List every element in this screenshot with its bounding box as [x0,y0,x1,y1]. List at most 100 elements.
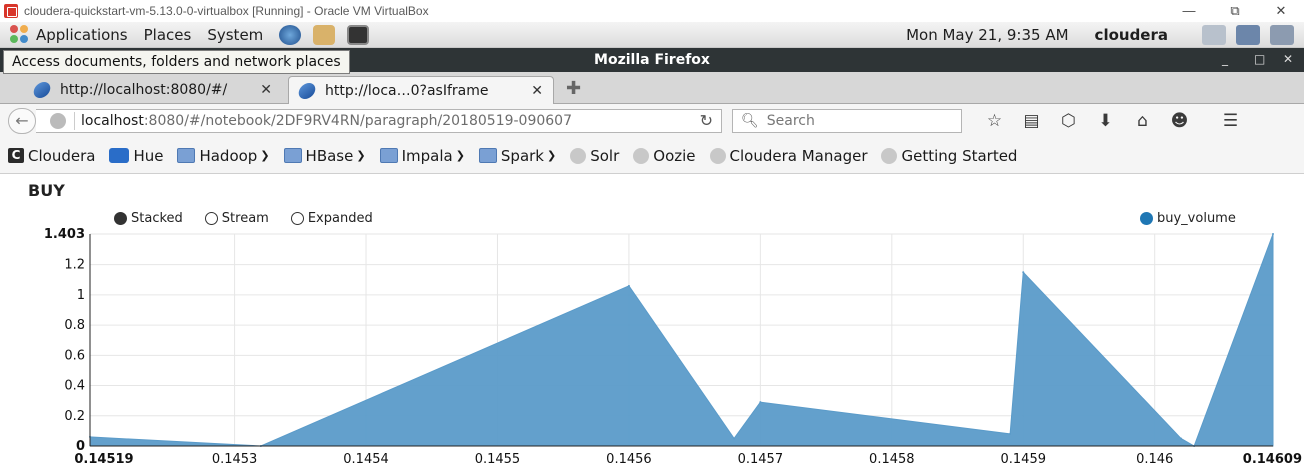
terminal-launcher-icon[interactable] [347,24,370,45]
data-point [759,401,762,404]
bookmark-cloudera-manager[interactable]: Cloudera Manager [709,146,868,165]
firefox-close-button[interactable]: ✕ [1283,48,1293,72]
hue-icon [109,148,130,163]
web-browser-launcher-icon[interactable] [279,24,302,45]
url-path: :8080/#/notebook/2DF9RV4RN/paragraph/201… [143,113,572,129]
bookmark-icon [570,147,587,164]
tab-label: http://loca…0?asIframe [325,82,489,99]
bookmark-label: Hue [133,146,164,165]
pocket-icon[interactable]: ⬡ [1050,112,1087,130]
bookmarks-menu-icon[interactable]: ▤ [1013,112,1050,130]
data-point [1179,437,1182,440]
bookmark-folder-hadoop[interactable]: Hadoop ❯ [177,147,270,165]
bookmark-label: Spark [500,146,544,165]
reload-icon[interactable]: ↻ [700,111,713,130]
bookmark-cloudera[interactable]: C Cloudera [8,147,95,165]
gnome-top-panel: Applications Places System Mon May 21, 9… [0,22,1304,48]
bookmark-hue[interactable]: Hue [109,147,163,165]
area-chart: 00.20.40.60.811.21.4030.14519 0.1453 0.145… [44,227,1302,467]
bookmark-label: Cloudera Manager [729,146,868,165]
stream-label: Stream [221,211,269,226]
hamburger-menu-icon[interactable]: ☰ [1212,112,1249,130]
minimize-button[interactable]: — [1166,0,1212,22]
places-menu[interactable]: Places [144,26,192,44]
y-tick-label: 1 [77,288,85,303]
url-bar[interactable]: localhost :8080/#/notebook/2DF9RV4RN/par… [36,109,722,133]
x-tick-label: 0.1459 [1001,452,1047,467]
close-window-button[interactable]: ✕ [1258,0,1304,22]
bookmark-star-icon[interactable]: ☆ [976,112,1013,130]
stream-option[interactable]: Stream [204,211,269,226]
close-tab-icon[interactable]: ✕ [260,82,272,98]
mail-launcher-icon[interactable] [313,24,336,45]
bookmark-getting-started[interactable]: Getting Started [881,147,1017,165]
new-tab-icon[interactable]: ✚ [566,78,581,99]
bookmark-folder-hbase[interactable]: HBase ❯ [283,146,366,165]
bookmark-folder-spark[interactable]: Spark ❯ [478,146,556,165]
data-point [627,284,630,287]
search-input[interactable]: 🔍︎ Search [732,109,962,133]
folder-icon [177,148,196,163]
site-info-icon[interactable] [50,113,66,129]
tab-localhost[interactable]: http://localhost:8080/#/ ✕ [24,76,282,104]
x-tick-label: 0.1457 [738,452,784,467]
url-host: localhost [81,113,144,129]
y-tick-label: 0.2 [64,409,85,424]
search-icon: 🔍︎ [741,113,759,129]
y-tick-label: 0.6 [64,348,85,363]
tab-strip: http://localhost:8080/#/ ✕ http://loca…0… [0,72,1304,104]
page-icon [31,82,53,98]
clipboard-icon[interactable] [1270,25,1294,45]
data-point [1009,432,1012,435]
stacked-label: Stacked [131,211,183,226]
panel-user[interactable]: cloudera [1095,26,1168,44]
bookmarks-toolbar: C Cloudera Hue Hadoop ❯ HBase ❯ Impala ❯ Spa… [0,138,1304,174]
stacked-option[interactable]: Stacked [114,211,183,226]
bookmark-folder-impala[interactable]: Impala ❯ [379,146,465,165]
bookmark-icon [709,147,726,164]
firefox-maximize-button[interactable]: □ [1254,48,1265,72]
volume-icon[interactable] [1202,25,1226,45]
y-tick-label: 1.2 [64,258,85,273]
bookmark-oozie[interactable]: Oozie [633,147,696,165]
smiley-feedback-icon[interactable]: ☻ [1161,112,1198,130]
downloads-icon[interactable]: ⬇ [1087,112,1124,130]
bookmark-label: Impala [401,146,453,165]
close-tab-icon[interactable]: ✕ [531,83,543,99]
x-tick-label: 0.146 [1136,452,1173,467]
system-menu[interactable]: System [207,26,263,44]
bookmark-label: HBase [305,146,354,165]
cloudera-icon: C [8,148,24,163]
y-tick-label: 1.403 [44,227,85,242]
page-icon [296,82,318,99]
tab-label: http://localhost:8080/#/ [60,82,228,98]
x-tick-label: 0.1454 [343,452,389,467]
chart-legend[interactable]: buy_volume [1140,211,1236,226]
legend-label: buy_volume [1157,211,1236,226]
chevron-down-icon: ❯ [260,149,270,162]
back-button[interactable]: ← [8,108,36,134]
folder-icon [478,148,497,163]
applications-menu-icon[interactable] [10,24,30,45]
home-icon[interactable]: ⌂ [1124,112,1161,130]
bookmark-solr[interactable]: Solr [570,147,619,165]
x-tick-label: 0.1458 [869,452,915,467]
y-tick-label: 0.8 [64,318,85,333]
virtualbox-title-bar: cloudera-quickstart-vm-5.13.0-0-virtualb… [0,0,1304,22]
data-point [733,437,736,440]
firefox-minimize-button[interactable]: _ [1222,48,1228,72]
restore-button[interactable]: ⧉ [1212,0,1258,22]
folder-icon [379,148,398,163]
x-tick-label: 0.1456 [606,452,652,467]
bookmark-label: Solr [590,146,620,165]
data-point [1272,233,1274,235]
chevron-down-icon: ❯ [356,149,366,162]
network-icon[interactable] [1236,25,1260,45]
expanded-option[interactable]: Expanded [290,211,373,226]
tab-notebook-iframe[interactable]: http://loca…0?asIframe ✕ [288,76,554,104]
expanded-label: Expanded [307,211,373,226]
paragraph-title: BUY [28,181,65,200]
applications-menu[interactable]: Applications [36,26,128,44]
panel-clock[interactable]: Mon May 21, 9:35 AM [906,26,1068,44]
virtualbox-icon [4,4,18,18]
